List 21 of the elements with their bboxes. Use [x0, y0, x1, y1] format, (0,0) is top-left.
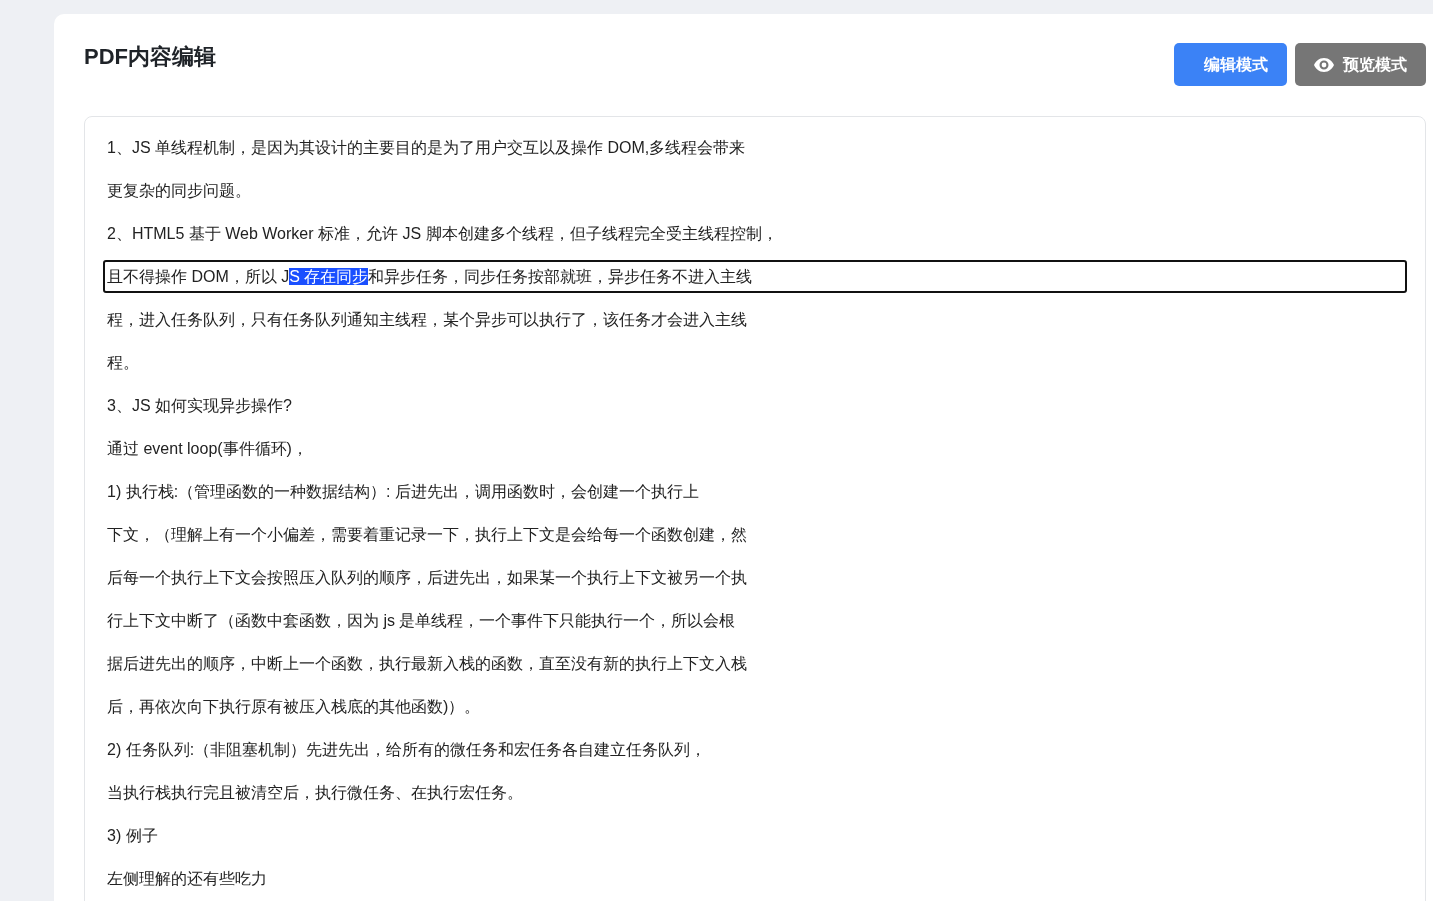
- text-line: 1) 执行栈:（管理函数的一种数据结构）: 后进先出，调用函数时，会创建一个执行上: [106, 482, 700, 502]
- text-line: 下文，（理解上有一个小偏差，需要着重记录一下，执行上下文是会给每一个函数创建，然: [106, 525, 748, 545]
- text-line: 3、JS 如何实现异步操作?: [106, 396, 293, 416]
- text-line: 据后进先出的顺序，中断上一个函数，执行最新入栈的函数，直至没有新的执行上下文入栈: [106, 654, 748, 674]
- mode-button[interactable]: 预览模式: [1295, 43, 1426, 86]
- page-title: PDF内容编辑: [84, 44, 216, 71]
- text-line: 左侧理解的还有些吃力: [106, 869, 268, 889]
- text-line: 程，进入任务队列，只有任务队列通知主线程，某个异步可以执行了，该任务才会进入主线: [106, 310, 748, 330]
- text-line: 程。: [106, 353, 140, 373]
- eye-icon: [1314, 57, 1334, 72]
- mode-button[interactable]: 编辑模式: [1174, 43, 1287, 86]
- text-line: 后每一个执行上下文会按照压入队列的顺序，后进先出，如果某一个执行上下文被另一个执: [106, 568, 748, 588]
- text-line: 3) 例子: [106, 826, 159, 846]
- text-line: 后，再依次向下执行原有被压入栈底的其他函数)）。: [106, 697, 482, 717]
- text-line: 2、HTML5 基于 Web Worker 标准，允许 JS 脚本创建多个线程，但子线程完全受主线程控制，: [106, 224, 779, 244]
- text-line: 通过 event loop(事件循环)，: [106, 439, 309, 459]
- text-line: 1、JS 单线程机制，是因为其设计的主要目的是为了用户交互以及操作 DOM,多线程会带来: [106, 138, 747, 158]
- text-line: 更复杂的同步问题。: [106, 181, 252, 201]
- text-line: 行上下文中断了（函数中套函数，因为 js 是单线程，一个事件下只能执行一个，所以会根: [106, 611, 737, 631]
- text-line: 2) 任务队列:（非阻塞机制）先进先出，给所有的微任务和宏任务各自建立任务队列，: [106, 740, 708, 760]
- text-line: 当执行栈执行完且被清空后，执行微任务、在执行宏任务。: [106, 783, 524, 803]
